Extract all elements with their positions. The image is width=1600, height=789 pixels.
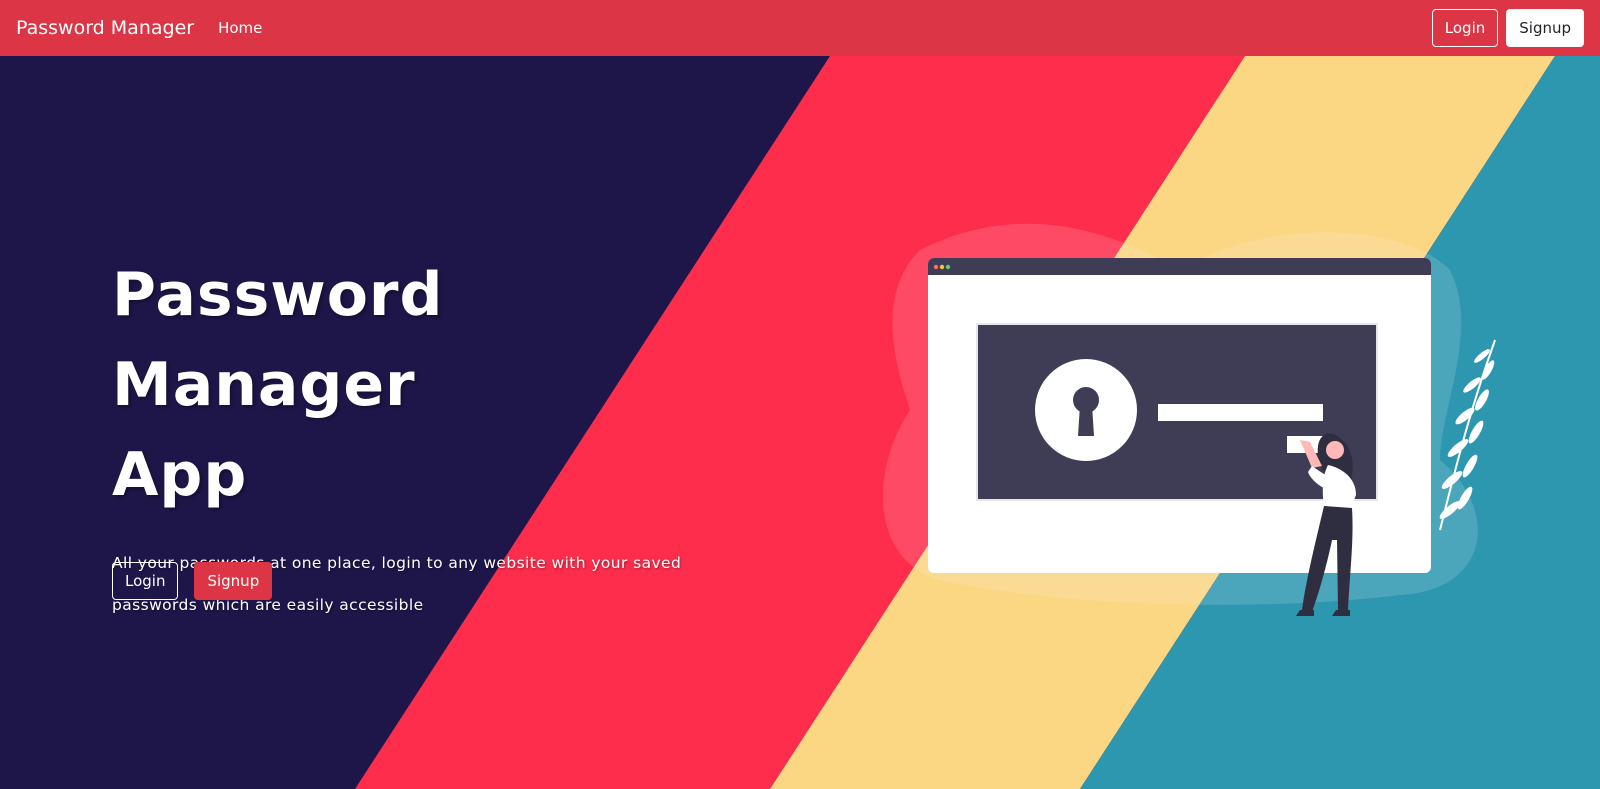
nav-actions: Login Signup — [1431, 9, 1584, 47]
password-field-illustration — [1158, 404, 1323, 421]
hero-actions: Login Signup — [112, 562, 273, 600]
hero-title: Password Manager App — [112, 250, 712, 520]
navbar: Password Manager Home Login Signup — [0, 0, 1600, 56]
nav-login-button[interactable]: Login — [1431, 9, 1499, 47]
woman-unlocking-browser-illustration — [882, 223, 1496, 616]
nav-signup-button[interactable]: Signup — [1506, 9, 1584, 47]
nav-link-home[interactable]: Home — [218, 19, 262, 37]
brand-logo[interactable]: Password Manager — [16, 17, 194, 39]
hero-signup-button[interactable]: Signup — [194, 562, 273, 600]
hero-title-line-2: App — [112, 440, 248, 510]
hero-title-line-1: Password Manager — [112, 260, 444, 420]
window-controls-icon — [933, 264, 951, 270]
browser-window — [928, 258, 1431, 573]
hero-login-button[interactable]: Login — [112, 562, 179, 600]
keyhole-icon — [1035, 359, 1137, 461]
browser-titlebar — [928, 258, 1431, 275]
